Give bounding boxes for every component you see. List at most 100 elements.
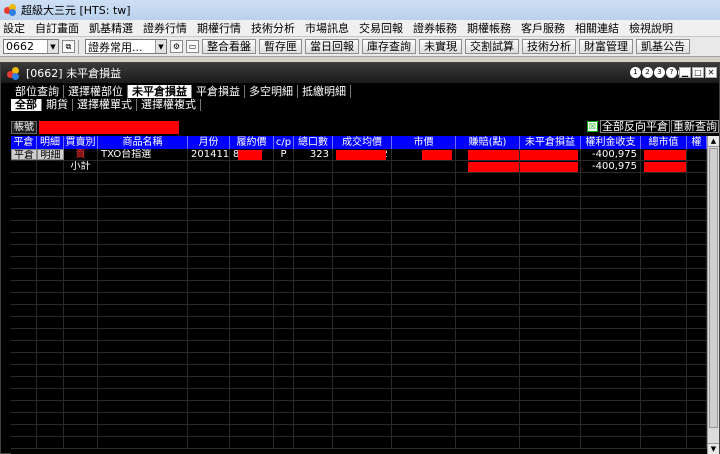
- toolbar-button[interactable]: 整合看盤: [202, 39, 256, 54]
- tab[interactable]: 部位查詢: [11, 85, 64, 98]
- tab[interactable]: 選擇權單式: [73, 99, 137, 111]
- close-icon[interactable]: ✕: [705, 67, 717, 78]
- minimize-icon[interactable]: ▁: [679, 67, 691, 78]
- tab[interactable]: 未平倉損益: [128, 85, 192, 98]
- table-row[interactable]: [11, 245, 719, 257]
- chevron-down-icon[interactable]: ▼: [155, 40, 166, 53]
- table-row[interactable]: [11, 197, 719, 209]
- toolbar-button[interactable]: 交割試算: [465, 39, 519, 54]
- table-row[interactable]: [11, 365, 719, 377]
- menu-item[interactable]: 交易回報: [359, 20, 403, 36]
- tab[interactable]: 抵繳明細: [298, 85, 351, 98]
- table-row[interactable]: 小計 -400,975: [11, 161, 719, 173]
- column-header[interactable]: 買賣別: [64, 136, 98, 149]
- scroll-up-icon[interactable]: ▲: [708, 136, 719, 147]
- tab[interactable]: 全部: [11, 99, 42, 111]
- table-row[interactable]: [11, 185, 719, 197]
- menu-item[interactable]: 客戶服務: [521, 20, 565, 36]
- toolbar-button[interactable]: 暫存匣: [259, 39, 302, 54]
- menu-item[interactable]: 凱基精選: [89, 20, 133, 36]
- table-row[interactable]: [11, 413, 719, 425]
- toolbar-button[interactable]: 凱基公告: [636, 39, 690, 54]
- settings-icon[interactable]: ⚙: [170, 40, 183, 53]
- column-header[interactable]: 權利金收支: [581, 136, 641, 149]
- column-header[interactable]: 市價: [392, 136, 456, 149]
- table-row[interactable]: [11, 437, 719, 449]
- toolbar-button[interactable]: 未實現: [419, 39, 462, 54]
- reverse-close-checkbox[interactable]: ☒: [587, 121, 598, 132]
- chevron-down-icon[interactable]: ▼: [47, 40, 58, 53]
- toolbar-button[interactable]: 財富管理: [579, 39, 633, 54]
- menu-item[interactable]: 期權帳務: [467, 20, 511, 36]
- table-row[interactable]: 平倉明細賣TXO台指選2014118P3232 -400,975: [11, 149, 719, 161]
- toolbar-button[interactable]: 技術分析: [522, 39, 576, 54]
- table-cell: [188, 161, 230, 172]
- column-header[interactable]: 未平倉損益: [520, 136, 581, 149]
- toolbar-button[interactable]: 庫存查詢: [362, 39, 416, 54]
- column-header[interactable]: 賺賠(點): [456, 136, 520, 149]
- table-cell: [37, 425, 64, 436]
- shortcut-circle-icon[interactable]: 3: [654, 67, 665, 78]
- stock-code-combo[interactable]: 0662 ▼: [3, 39, 59, 54]
- table-row[interactable]: [11, 257, 719, 269]
- tab[interactable]: 多空明細: [245, 85, 298, 98]
- window-icon[interactable]: ▭: [186, 40, 199, 53]
- table-row[interactable]: [11, 269, 719, 281]
- menu-item[interactable]: 技術分析: [251, 20, 295, 36]
- detail-button[interactable]: 明細: [37, 149, 64, 160]
- table-row[interactable]: [11, 317, 719, 329]
- table-row[interactable]: [11, 329, 719, 341]
- table-row[interactable]: [11, 293, 719, 305]
- column-header[interactable]: 總口數: [294, 136, 333, 149]
- table-row[interactable]: [11, 221, 719, 233]
- column-header[interactable]: c/p: [274, 136, 294, 149]
- table-row[interactable]: [11, 389, 719, 401]
- menu-item[interactable]: 期權行情: [197, 20, 241, 36]
- copy-icon[interactable]: ⧉: [62, 40, 75, 53]
- shortcut-circle-icon[interactable]: ?: [666, 67, 677, 78]
- table-row[interactable]: [11, 377, 719, 389]
- table-row[interactable]: [11, 305, 719, 317]
- preset-combo[interactable]: 證券常用... ▼: [85, 39, 167, 54]
- column-header[interactable]: 平倉: [11, 136, 37, 149]
- table-cell: [274, 329, 294, 340]
- scroll-thumb[interactable]: [709, 148, 718, 428]
- table-row[interactable]: [11, 281, 719, 293]
- menu-item[interactable]: 證券帳務: [413, 20, 457, 36]
- tab[interactable]: 選擇權複式: [137, 99, 201, 111]
- tab[interactable]: 選擇權部位: [64, 85, 128, 98]
- table-row[interactable]: [11, 233, 719, 245]
- menu-item[interactable]: 自訂畫面: [35, 20, 79, 36]
- menu-item[interactable]: 市場訊息: [305, 20, 349, 36]
- refresh-query-button[interactable]: 重新查詢: [671, 120, 719, 133]
- toolbar-button[interactable]: 當日回報: [305, 39, 359, 54]
- shortcut-circle-icon[interactable]: 1: [630, 67, 641, 78]
- table-row[interactable]: [11, 425, 719, 437]
- table-row[interactable]: [11, 353, 719, 365]
- reverse-close-all-button[interactable]: 全部反向平倉: [600, 120, 670, 133]
- scroll-down-icon[interactable]: ▼: [708, 443, 719, 454]
- table-row[interactable]: [11, 341, 719, 353]
- tab[interactable]: 期貨: [42, 99, 73, 111]
- column-header[interactable]: 商品名稱: [98, 136, 188, 149]
- table-row[interactable]: [11, 401, 719, 413]
- table-cell: [456, 425, 520, 436]
- column-header[interactable]: 月份: [188, 136, 230, 149]
- table-row[interactable]: [11, 209, 719, 221]
- table-row[interactable]: [11, 173, 719, 185]
- menu-item[interactable]: 檢視說明: [629, 20, 673, 36]
- menu-item[interactable]: 相關連結: [575, 20, 619, 36]
- column-header[interactable]: 總市值: [641, 136, 687, 149]
- column-header[interactable]: 成交均價: [333, 136, 392, 149]
- tab[interactable]: 平倉損益: [192, 85, 245, 98]
- menu-item[interactable]: 證券行情: [143, 20, 187, 36]
- table-cell: [98, 377, 188, 388]
- vertical-scrollbar[interactable]: ▲ ▼: [707, 136, 719, 454]
- close-position-button[interactable]: 平倉: [11, 149, 37, 160]
- column-header[interactable]: 履約價: [230, 136, 274, 149]
- column-header[interactable]: 權: [687, 136, 707, 149]
- shortcut-circle-icon[interactable]: 2: [642, 67, 653, 78]
- menu-item[interactable]: 設定: [3, 20, 25, 36]
- maximize-icon[interactable]: □: [692, 67, 704, 78]
- column-header[interactable]: 明細: [37, 136, 64, 149]
